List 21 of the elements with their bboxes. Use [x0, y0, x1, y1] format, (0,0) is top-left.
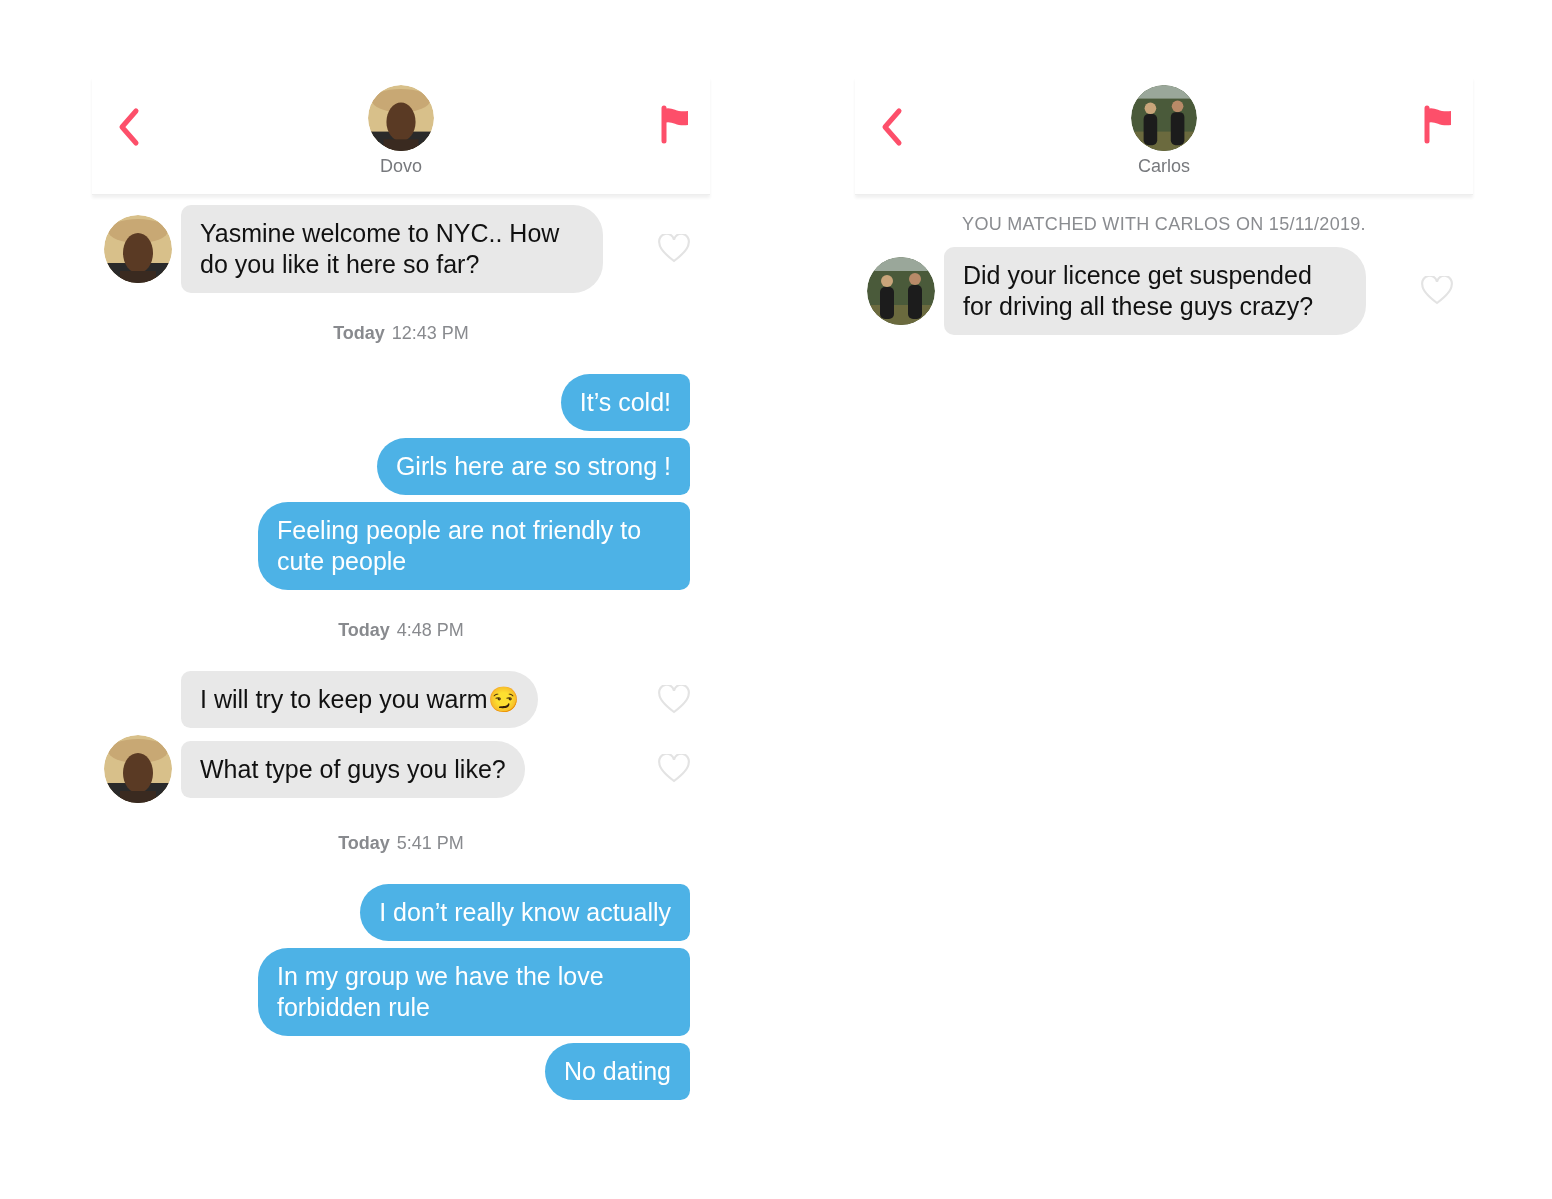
timestamp-day: Today — [338, 830, 390, 857]
flag-icon[interactable] — [660, 105, 690, 145]
sent-message: I don’t really know actually — [360, 884, 690, 941]
received-message: I will try to keep you warm😏 — [181, 671, 538, 728]
sent-message: Girls here are so strong ! — [376, 438, 690, 495]
received-message: Yasmine welcome to NYC.. How do you like it here so far? — [181, 205, 603, 293]
sent-message: In my group we have the love forbidden rule — [258, 948, 690, 1036]
timestamp-day: Today — [333, 320, 385, 347]
timestamp-time: 4:48 PM — [396, 619, 464, 642]
contact-name: Dovo — [380, 155, 422, 178]
timestamp-time: 5:41 PM — [396, 832, 464, 855]
sent-message: Feeling people are not friendly to cute people — [258, 502, 690, 590]
received-message: What type of guys you like? — [181, 740, 525, 798]
match-note: YOU MATCHED WITH CARLOS ON 15/11/2019. — [962, 213, 1366, 236]
sent-message: No dating — [544, 1043, 690, 1100]
timestamp-day: Today — [338, 617, 390, 644]
flag-icon[interactable] — [1423, 105, 1453, 145]
sent-message: It’s cold! — [560, 374, 690, 431]
received-message: Did your licence get suspended for driving all these guys crazy? — [944, 247, 1366, 335]
contact-name: Carlos — [1138, 155, 1190, 178]
timestamp-time: 12:43 PM — [391, 322, 469, 345]
